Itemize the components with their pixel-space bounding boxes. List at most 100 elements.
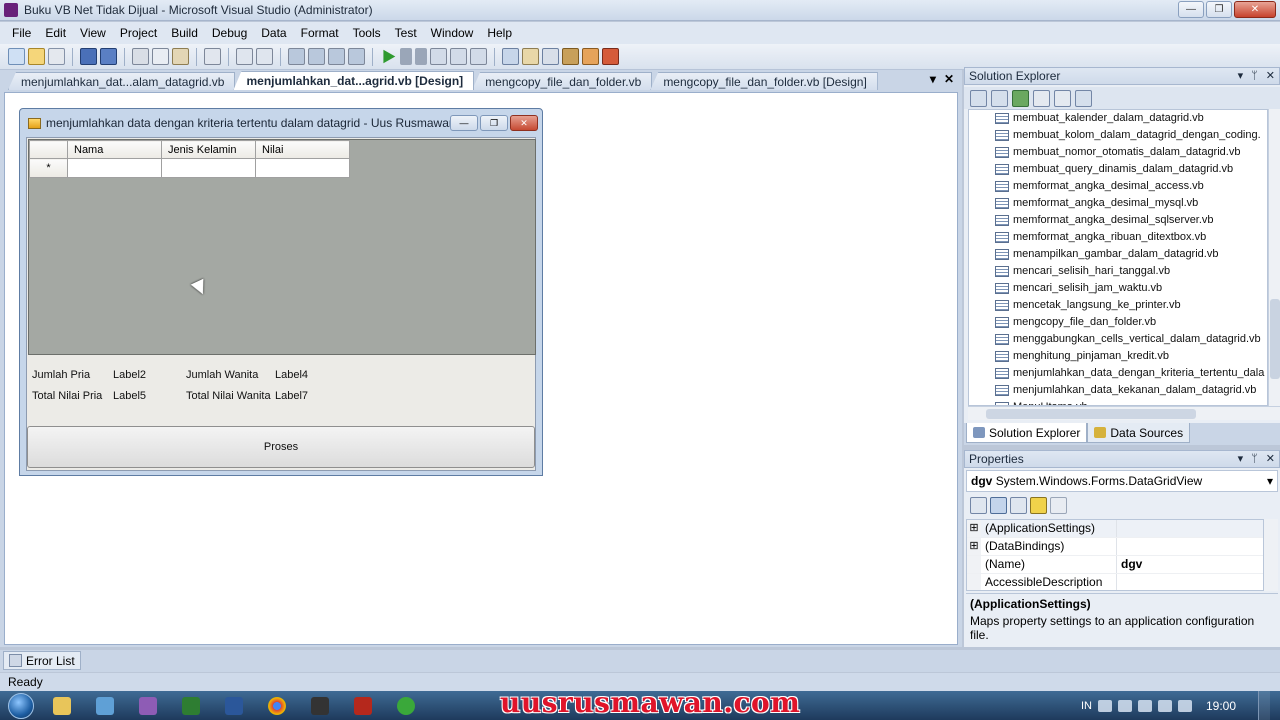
menu-edit[interactable]: Edit <box>38 26 73 40</box>
menu-build[interactable]: Build <box>164 26 205 40</box>
cell-nama[interactable] <box>67 158 162 178</box>
form-designer-window[interactable]: menjumlahkan data dengan kriteria terten… <box>19 108 543 476</box>
taskbar-app[interactable] <box>386 692 426 719</box>
tab-mengcopy-design[interactable]: mengcopy_file_dan_folder.vb [Design] <box>650 72 878 90</box>
menu-file[interactable]: File <box>5 26 38 40</box>
solution-file-item[interactable]: mengcopy_file_dan_folder.vb <box>969 314 1267 331</box>
property-row[interactable]: AccessibleDescription <box>967 574 1263 590</box>
solution-file-item[interactable]: memformat_angka_desimal_mysql.vb <box>969 195 1267 212</box>
object-selector-dropdown-icon[interactable]: ▾ <box>1267 471 1273 491</box>
solution-file-item[interactable]: menjumlahkan_data_kekanan_dalam_datagrid… <box>969 382 1267 399</box>
paste-icon[interactable] <box>172 48 189 65</box>
proses-button[interactable]: Proses <box>27 426 535 468</box>
pause-icon[interactable] <box>400 48 412 65</box>
solution-file-item[interactable]: menjumlahkan_data_dengan_kriteria_terten… <box>969 365 1267 382</box>
column-header-nilai[interactable]: Nilai <box>255 140 350 159</box>
menu-tools[interactable]: Tools <box>346 26 388 40</box>
tab-dropdown-icon[interactable]: ▾ <box>930 72 936 86</box>
start-page-icon[interactable] <box>602 48 619 65</box>
property-row[interactable]: ⊞ (ApplicationSettings) <box>967 520 1263 538</box>
solution-file-item[interactable]: menggabungkan_cells_vertical_dalam_datag… <box>969 331 1267 348</box>
view-designer-icon[interactable] <box>1054 89 1071 107</box>
menu-format[interactable]: Format <box>294 26 346 40</box>
cell-jenis-kelamin[interactable] <box>161 158 256 178</box>
comment-icon[interactable] <box>236 48 253 65</box>
menu-debug[interactable]: Debug <box>205 26 254 40</box>
panel-dropdown-icon[interactable]: ▾ <box>1238 451 1244 467</box>
menu-view[interactable]: View <box>73 26 113 40</box>
redo-icon[interactable] <box>308 48 325 65</box>
error-list-tab[interactable]: Error List <box>3 651 81 670</box>
tab-close-icon[interactable]: ✕ <box>944 72 954 86</box>
cell-nilai[interactable] <box>255 158 350 178</box>
solution-explorer-vscrollbar[interactable] <box>1268 109 1280 406</box>
minimize-button[interactable]: — <box>1178 1 1204 18</box>
hscroll-thumb[interactable] <box>986 409 1196 419</box>
taskbar-visual-studio[interactable] <box>128 692 168 719</box>
flag-icon[interactable] <box>1097 699 1112 712</box>
solution-file-item[interactable]: mencetak_langsung_ke_printer.vb <box>969 297 1267 314</box>
menu-project[interactable]: Project <box>113 26 164 40</box>
property-value[interactable] <box>1117 574 1263 590</box>
solution-file-item[interactable]: membuat_kalender_dalam_datagrid.vb <box>969 110 1267 127</box>
solution-explorer-hscrollbar[interactable] <box>968 406 1280 420</box>
solution-file-item[interactable]: menampilkan_gambar_dalam_datagrid.vb <box>969 246 1267 263</box>
menu-window[interactable]: Window <box>424 26 481 40</box>
stop-icon[interactable] <box>415 48 427 65</box>
solution-explorer-icon[interactable] <box>502 48 519 65</box>
solution-file-item[interactable]: memformat_angka_desimal_access.vb <box>969 178 1267 195</box>
property-pages-icon[interactable] <box>1050 496 1067 514</box>
cut-icon[interactable] <box>132 48 149 65</box>
close-button[interactable]: ✕ <box>1234 1 1276 18</box>
taskbar-explorer[interactable] <box>42 692 82 719</box>
solution-file-item[interactable]: membuat_query_dinamis_dalam_datagrid.vb <box>969 161 1267 178</box>
copy-icon[interactable] <box>152 48 169 65</box>
signal-icon[interactable] <box>1157 699 1172 712</box>
network-icon[interactable] <box>1117 699 1132 712</box>
solution-file-item[interactable]: mencari_selisih_jam_waktu.vb <box>969 280 1267 297</box>
step-out-icon[interactable] <box>470 48 487 65</box>
solution-file-item[interactable]: memformat_angka_ribuan_ditextbox.vb <box>969 229 1267 246</box>
show-desktop-button[interactable] <box>1258 691 1270 720</box>
tab-menjumlahkan-code[interactable]: menjumlahkan_dat...alam_datagrid.vb <box>8 72 236 90</box>
property-value[interactable] <box>1117 538 1263 555</box>
view-code-icon[interactable] <box>1033 89 1050 107</box>
toolbox-icon[interactable] <box>562 48 579 65</box>
column-header-nama[interactable]: Nama <box>67 140 162 159</box>
tab-mengcopy-code[interactable]: mengcopy_file_dan_folder.vb <box>472 72 653 90</box>
row-header-corner[interactable] <box>29 140 68 159</box>
property-grid-scrollbar[interactable] <box>1264 519 1278 591</box>
open-folder-icon[interactable] <box>28 48 45 65</box>
tab-data-sources[interactable]: Data Sources <box>1087 423 1191 443</box>
taskbar-excel[interactable] <box>171 692 211 719</box>
solution-file-item[interactable]: MenuUtama.vb <box>969 399 1267 405</box>
alphabetical-icon[interactable] <box>990 496 1007 514</box>
expand-icon[interactable]: ⊞ <box>967 520 981 537</box>
app-tray-icon[interactable] <box>1137 699 1152 712</box>
datagridview-dgv[interactable]: Nama Jenis Kelamin Nilai * <box>28 139 536 355</box>
save-all-icon[interactable] <box>100 48 117 65</box>
property-row[interactable]: ⊞ (DataBindings) <box>967 538 1263 556</box>
volume-icon[interactable] <box>1177 699 1192 712</box>
solution-file-item[interactable]: membuat_kolom_dalam_datagrid_dengan_codi… <box>969 127 1267 144</box>
form-maximize-button[interactable]: ❐ <box>480 115 508 131</box>
solution-file-item[interactable]: membuat_nomor_otomatis_dalam_datagrid.vb <box>969 144 1267 161</box>
property-row[interactable]: (Name) dgv <box>967 556 1263 574</box>
properties-window-icon[interactable] <box>522 48 539 65</box>
solution-file-item[interactable]: menghitung_pinjaman_kredit.vb <box>969 348 1267 365</box>
property-value[interactable] <box>1117 520 1263 537</box>
property-value[interactable]: dgv <box>1117 556 1263 573</box>
pin-icon[interactable]: ᛘ <box>1251 68 1258 84</box>
pin-icon[interactable]: ᛘ <box>1251 451 1258 467</box>
navigate-back-icon[interactable] <box>328 48 345 65</box>
show-all-files-icon[interactable] <box>991 89 1008 107</box>
undo-icon[interactable] <box>288 48 305 65</box>
solution-file-item[interactable]: mencari_selisih_hari_tanggal.vb <box>969 263 1267 280</box>
form-minimize-button[interactable]: — <box>450 115 478 131</box>
solution-file-item[interactable]: memformat_angka_desimal_sqlserver.vb <box>969 212 1267 229</box>
expand-icon[interactable]: ⊞ <box>967 538 981 555</box>
panel-close-icon[interactable]: ✕ <box>1266 68 1275 84</box>
language-indicator[interactable]: IN <box>1081 700 1092 712</box>
refresh-icon[interactable] <box>1012 89 1029 107</box>
taskbar-word[interactable] <box>214 692 254 719</box>
